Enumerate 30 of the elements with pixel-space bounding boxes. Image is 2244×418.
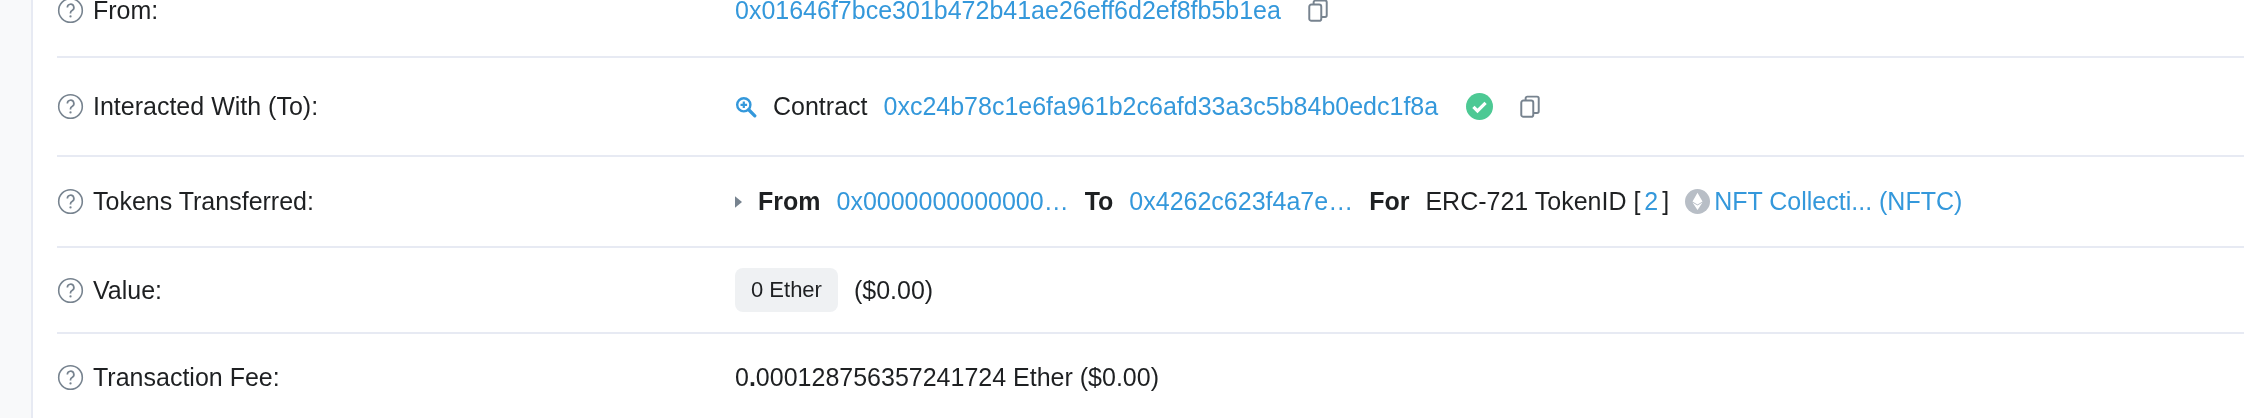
bracket-text: ] (1662, 187, 1670, 216)
token-icon (1685, 189, 1711, 214)
to-label: To (1084, 187, 1114, 216)
fee-text: 0.000128756357241724 Ether ($0.00) (735, 362, 1159, 392)
field-label: Transaction Fee: (93, 362, 280, 392)
copy-icon[interactable] (1519, 94, 1542, 119)
token-name-link[interactable]: NFT Collecti... (NFTC) (1714, 187, 1963, 216)
address-link[interactable]: 0x01646f7bce301b472b41ae26eff6d2ef8fb5b1ea (735, 0, 1281, 25)
field-label: Value: (93, 275, 163, 305)
zoom-in-icon (735, 95, 757, 118)
field-label: Tokens Transferred: (93, 187, 314, 216)
field-label: Interacted With (To): (93, 92, 319, 121)
help-icon[interactable] (57, 0, 84, 24)
for-label: For (1369, 187, 1410, 216)
contract-text: Contract (773, 92, 868, 121)
copy-icon[interactable] (1306, 0, 1329, 23)
from-label: From (758, 187, 821, 216)
value-usd: ($0.00) (853, 275, 934, 305)
contract-address-link[interactable]: 0xc24b78c1e6fa961b2c6afd33a3c5b84b0edc1f8a (883, 92, 1439, 121)
token-standard: ERC-721 TokenID [ (1425, 187, 1641, 216)
help-icon[interactable] (57, 93, 84, 120)
help-icon[interactable] (57, 363, 84, 391)
field-label: From: (93, 0, 159, 25)
to-address-link[interactable]: 0x4262c623f4a7e… (1129, 187, 1354, 216)
value-amount: 0 Ether (735, 268, 838, 312)
from-address-link[interactable]: 0x0000000000000… (836, 187, 1069, 216)
token-id-link[interactable]: 2 (1644, 187, 1659, 216)
caret-icon[interactable] (735, 195, 742, 208)
help-icon[interactable] (57, 276, 84, 304)
help-icon[interactable] (57, 188, 84, 215)
